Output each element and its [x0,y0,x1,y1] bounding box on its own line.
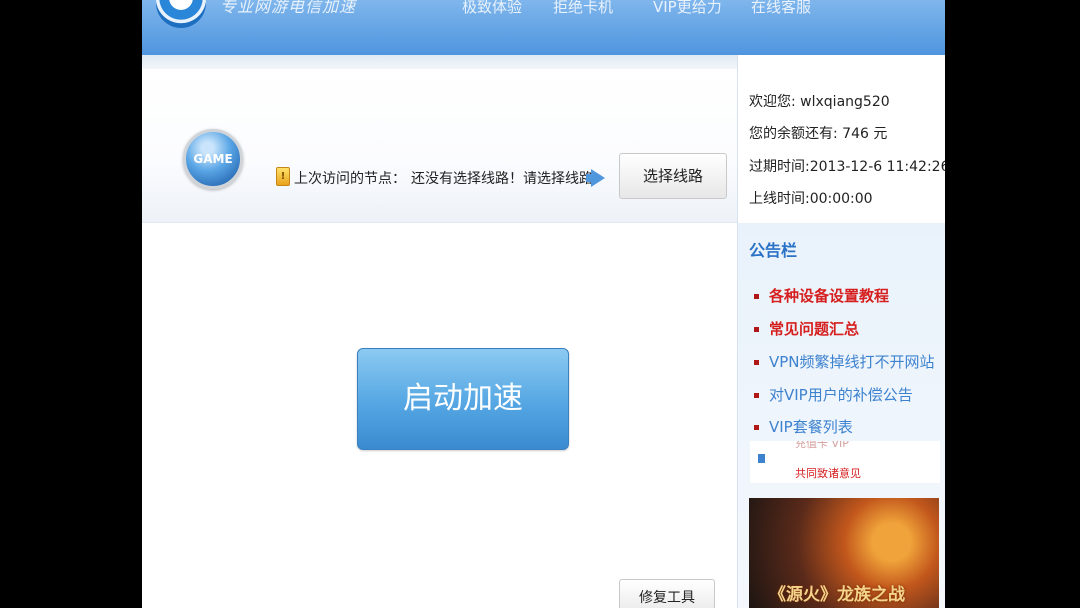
ad-banner[interactable]: 《源火》龙族之战 [749,498,939,608]
announcement-item[interactable]: VIP套餐列表 [754,416,853,437]
bullet-icon [754,425,759,430]
nav-item-experience[interactable]: 极致体验 [462,0,522,17]
app-logo-icon [156,0,206,28]
app-title: 专业网游电信加速 [220,0,357,16]
bullet-icon [754,294,759,299]
select-route-button[interactable]: 选择线路 [619,153,727,199]
expire-time: 过期时间:2013-12-6 11:42:26 [749,159,945,175]
arrow-right-icon [591,169,605,187]
board-title: 公告栏 [749,241,798,260]
online-time: 上线时间:00:00:00 [749,191,873,207]
repair-tool-button[interactable]: 修复工具 [619,579,715,608]
announcement-item[interactable]: 常见问题汇总 [754,318,859,339]
nav-item-vip[interactable]: VIP更给力 [653,0,722,17]
right-panel: 欢迎您: wlxqiang520 您的余额还有: 746 元 过期时间:2013… [737,55,945,608]
notice-icon: ! [276,167,290,186]
app-window: 专业网游电信加速 极致体验 拒绝卡机 VIP更给力 在线客服 GAME ! 上次… [142,0,945,608]
speaker-icon [758,454,765,463]
last-node-label: 上次访问的节点： [294,171,406,187]
announcement-item[interactable]: 对VIP用户的补偿公告 [754,384,913,405]
announcement-item[interactable]: VPN频繁掉线打不开网站 [754,351,935,372]
game-icon: GAME [183,129,243,189]
main-area: 启动加速 修复工具 [142,223,737,608]
ad-banner-text: 《源火》龙族之战 [769,585,905,605]
nav-item-support[interactable]: 在线客服 [751,0,811,17]
bullet-icon [754,360,759,365]
balance-info: 您的余额还有: 746 元 [749,126,888,142]
start-acceleration-button[interactable]: 启动加速 [357,348,569,450]
nav-item-no-lag[interactable]: 拒绝卡机 [553,0,613,17]
welcome-user: 欢迎您: wlxqiang520 [749,94,890,110]
bullet-icon [754,327,759,332]
scrolling-notice: 充值卡 VIP 共同致诸意见 [750,441,940,483]
scroll-notice-text[interactable]: 充值卡 VIP [795,441,849,451]
scroll-notice-text[interactable]: 共同致诸意见 [795,465,861,481]
header-divider [142,55,737,69]
header: 专业网游电信加速 极致体验 拒绝卡机 VIP更给力 在线客服 [142,0,945,55]
announcement-item[interactable]: 各种设备设置教程 [754,285,889,306]
node-bar: GAME ! 上次访问的节点： 还没有选择线路！请选择线路 选择线路 [142,69,737,223]
last-node-value: 还没有选择线路！请选择线路 [411,171,593,187]
bullet-icon [754,393,759,398]
announcement-board: 公告栏 各种设备设置教程 常见问题汇总 VPN频繁掉线打不开网站 对VIP用户的… [738,223,945,608]
